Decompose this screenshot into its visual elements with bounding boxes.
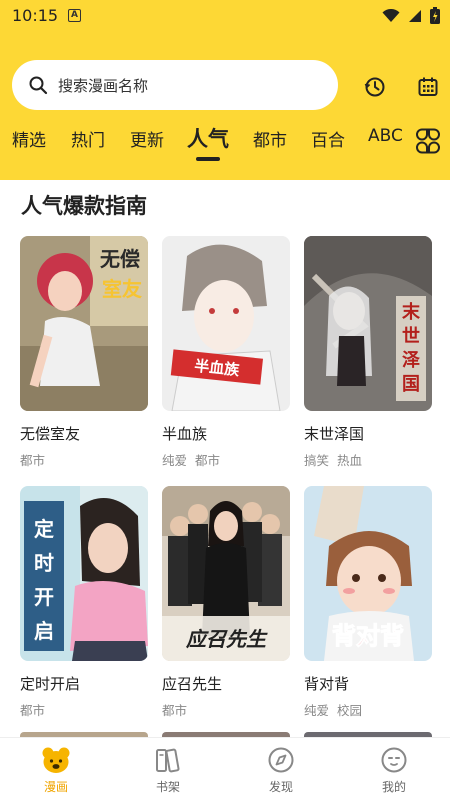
comic-cover[interactable]: 背对背 [304, 486, 432, 661]
comic-tags: 都市 [20, 700, 45, 719]
tab-featured[interactable]: 精选 [12, 126, 46, 151]
comic-tag: 都市 [20, 703, 46, 718]
wifi-icon [382, 8, 400, 22]
comic-title[interactable]: 末世泽国 [304, 423, 364, 444]
comic-tags: 都市 [162, 700, 187, 719]
comic-tags: 搞笑 热血 [304, 450, 362, 469]
comic-cover[interactable]: 末 世 泽 国 [304, 236, 432, 411]
search-icon [29, 76, 48, 95]
status-bar: 10:15 A [0, 0, 450, 32]
comic-tag: 纯爱 [162, 453, 188, 468]
calendar-icon[interactable] [416, 75, 440, 99]
comic-tag: 搞笑 [304, 453, 330, 468]
header: 10:15 A 搜索漫画名称 精选 热门 更新 人气 都市 百合 ABC [0, 0, 450, 180]
comic-tag: 热血 [337, 453, 363, 468]
tab-popular[interactable]: 人气 [187, 123, 229, 153]
battery-icon [430, 7, 440, 24]
svg-text:国: 国 [402, 374, 420, 395]
nav-label: 发现 [268, 780, 293, 794]
nav-label: 漫画 [43, 780, 68, 794]
comic-cover[interactable]: 应召先生 [162, 486, 290, 661]
face-icon [381, 747, 407, 773]
comic-title[interactable]: 应召先生 [162, 673, 222, 694]
comic-tag: 都市 [20, 453, 46, 468]
svg-text:开: 开 [34, 585, 54, 609]
tab-yuri[interactable]: 百合 [311, 126, 345, 151]
comic-title[interactable]: 无偿室友 [20, 423, 80, 444]
category-tabs: 精选 热门 更新 人气 都市 百合 ABC [0, 120, 450, 170]
svg-text:背对背: 背对背 [332, 622, 404, 650]
section-title: 人气爆款指南 [21, 194, 147, 218]
comic-tags: 纯爱 都市 [162, 450, 220, 469]
svg-text:无偿: 无偿 [100, 247, 140, 271]
bear-icon [42, 747, 70, 773]
comic-title[interactable]: 半血族 [162, 423, 207, 444]
comic-cover[interactable]: 无偿 室友 [20, 236, 148, 411]
comic-tag: 都市 [195, 453, 221, 468]
svg-text:时: 时 [34, 551, 54, 575]
status-time: 10:15 [12, 6, 59, 25]
svg-text:定: 定 [34, 517, 54, 541]
tab-updated[interactable]: 更新 [130, 126, 164, 151]
comic-tag: 校园 [337, 703, 363, 718]
svg-text:启: 启 [34, 619, 54, 643]
tab-hot[interactable]: 热门 [71, 126, 105, 151]
nav-me[interactable]: 我的 [364, 746, 424, 798]
comic-title[interactable]: 背对背 [304, 673, 349, 694]
nav-label: 我的 [381, 780, 406, 794]
svg-text:应召先生: 应召先生 [185, 627, 268, 651]
nav-bookshelf[interactable]: 书架 [138, 746, 198, 798]
nav-label: 书架 [155, 780, 180, 794]
tab-urban[interactable]: 都市 [253, 126, 287, 151]
nav-discover[interactable]: 发现 [251, 746, 311, 798]
bottom-navigation: 漫画 书架 发现 我的 [0, 737, 450, 800]
active-tab-indicator [196, 157, 220, 161]
search-input[interactable]: 搜索漫画名称 [58, 75, 148, 96]
svg-text:泽: 泽 [402, 350, 420, 371]
search-bar[interactable]: 搜索漫画名称 [12, 60, 338, 110]
svg-text:世: 世 [402, 326, 420, 347]
compass-icon [268, 747, 294, 773]
bookshelf-icon [156, 748, 180, 773]
nav-comics[interactable]: 漫画 [26, 746, 86, 798]
comic-tags: 纯爱 校园 [304, 700, 362, 719]
svg-text:室友: 室友 [102, 277, 142, 301]
history-icon[interactable] [363, 75, 387, 99]
comic-cover[interactable]: 半血族 [162, 236, 290, 411]
category-grid-icon[interactable] [414, 127, 442, 155]
comic-tags: 都市 [20, 450, 45, 469]
comic-tag: 都市 [162, 703, 188, 718]
signal-icon [409, 9, 421, 22]
comic-cover[interactable]: 定 时 开 启 [20, 486, 148, 661]
svg-text:末: 末 [402, 301, 421, 323]
comic-title[interactable]: 定时开启 [20, 673, 80, 694]
tab-abc[interactable]: ABC [368, 126, 403, 146]
comic-tag: 纯爱 [304, 703, 330, 718]
status-icons [382, 7, 440, 24]
notification-icon: A [68, 9, 81, 22]
